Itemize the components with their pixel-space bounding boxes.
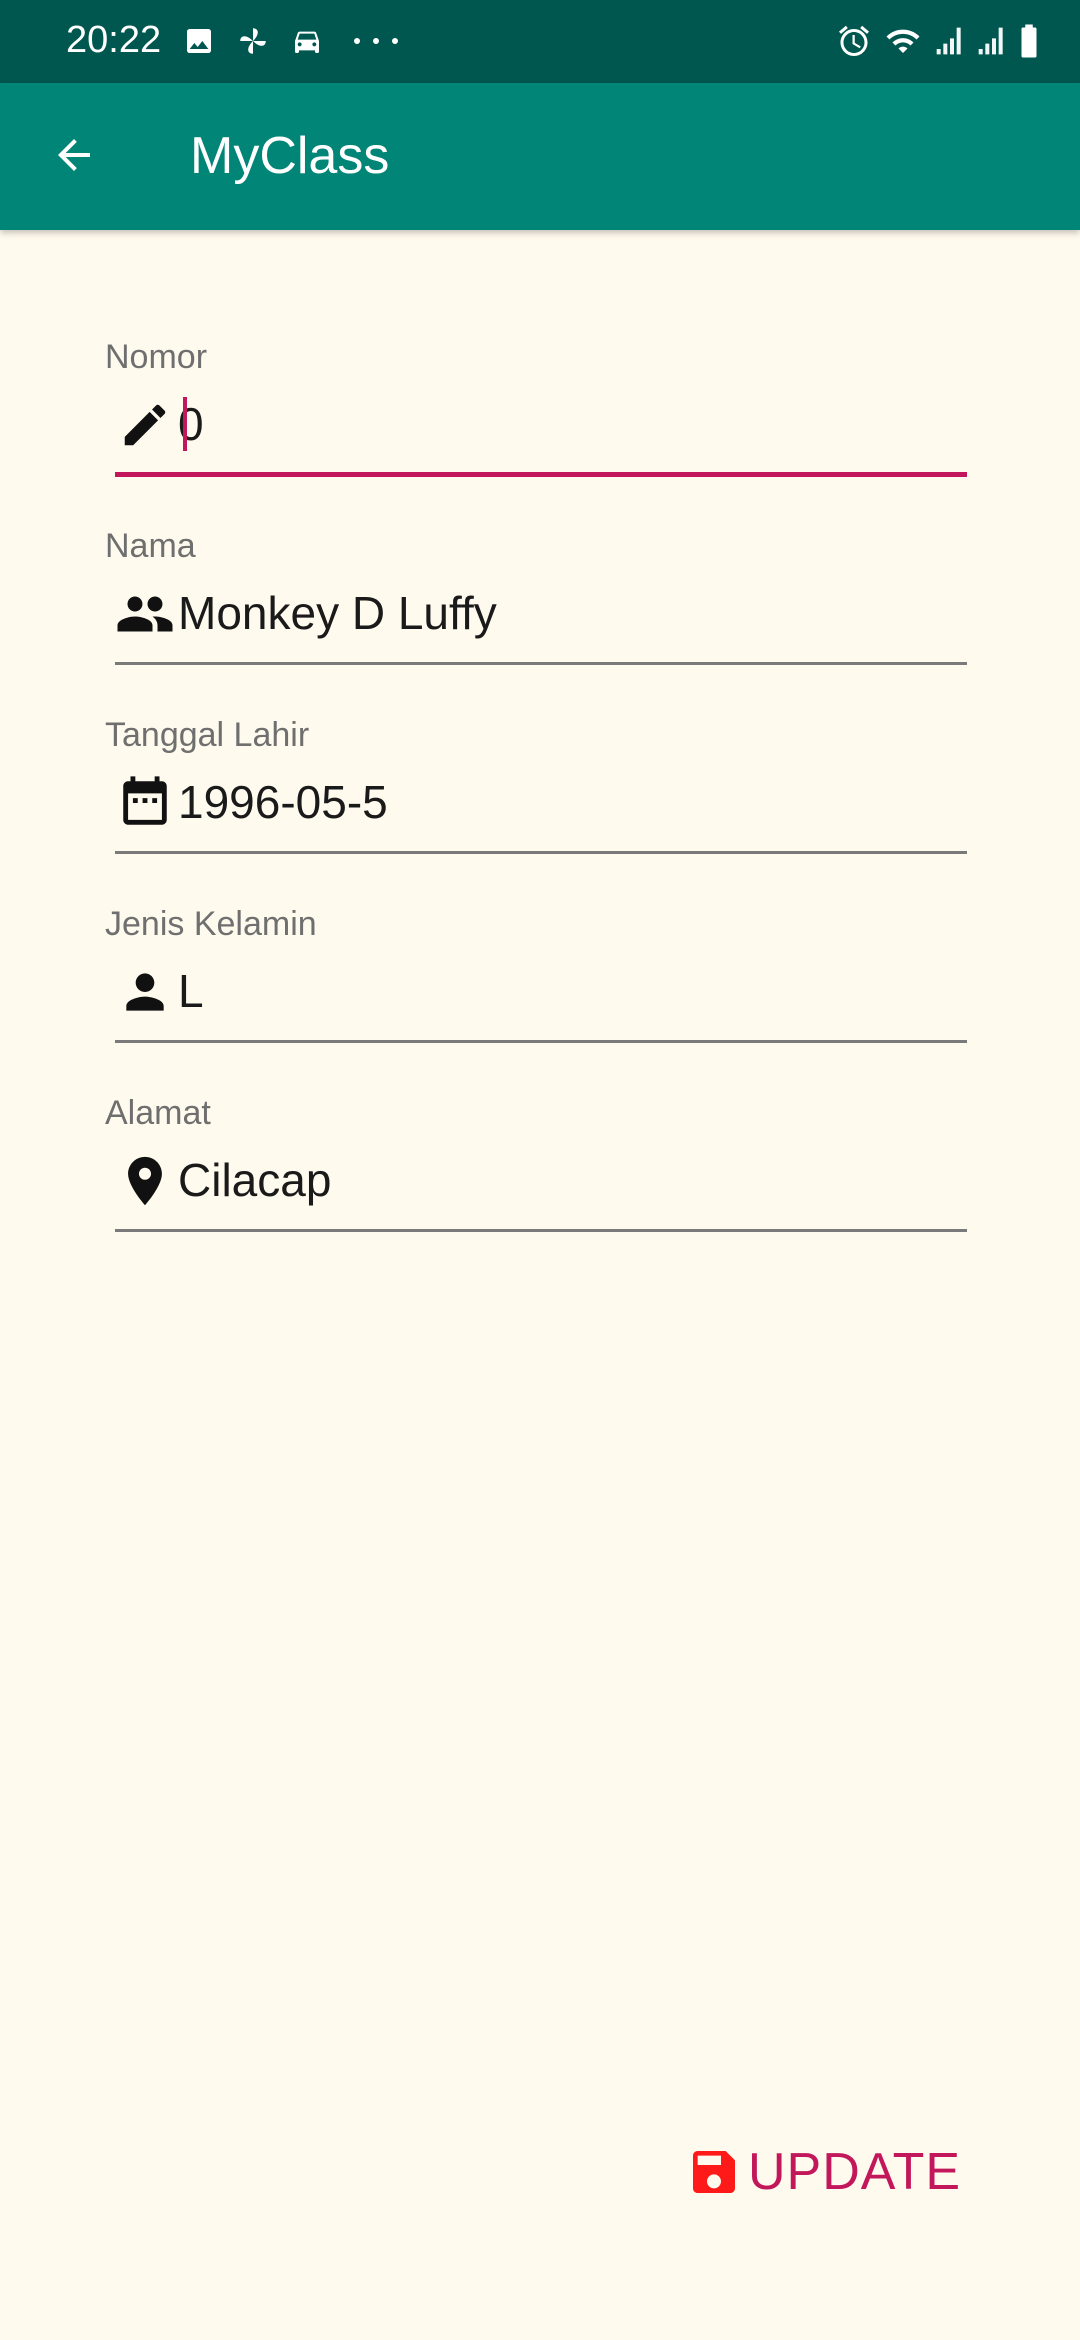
signal-icon [976,21,1008,61]
status-bar: 20:22 [0,0,1080,83]
save-icon [686,2144,742,2200]
signal-icon [934,21,966,61]
pencil-icon [115,395,175,455]
page-title: MyClass [190,127,390,185]
field-row [115,1141,967,1221]
field-label: Jenis Kelamin [105,905,317,943]
field-nama: Nama [105,524,967,684]
field-label: Nama [105,527,196,565]
pinwheel-icon [234,22,272,60]
text-cursor [183,397,187,451]
field-row [115,952,967,1032]
field-underline [115,1229,967,1232]
car-icon [288,22,326,60]
update-button[interactable]: UPDATE [686,2130,966,2214]
image-icon [180,22,218,60]
update-label: UPDATE [748,2143,962,2201]
calendar-icon [115,773,175,833]
nomor-input[interactable] [178,385,958,463]
field-row [115,385,967,465]
status-time: 20:22 [66,19,162,61]
field-nomor: Nomor [105,335,967,495]
wifi-icon [882,21,924,61]
arrow-back-icon [50,131,98,184]
jenis-kelamin-input[interactable] [178,952,958,1030]
status-right-icons [836,18,1040,64]
alarm-icon [836,21,872,61]
person-icon [115,962,175,1022]
alamat-input[interactable] [178,1141,958,1219]
battery-icon [1018,21,1040,61]
people-icon [115,584,175,644]
field-label: Nomor [105,338,208,376]
field-underline [115,1040,967,1043]
field-underline [115,472,967,477]
field-alamat: Alamat [105,1091,967,1251]
location-pin-icon [115,1151,175,1211]
status-left-icons [180,18,398,64]
field-label: Tanggal Lahir [105,716,310,754]
app-toolbar: MyClass [0,83,1080,230]
tanggal-lahir-input[interactable] [178,763,958,841]
back-button[interactable] [36,119,112,195]
field-row [115,574,967,654]
field-underline [115,662,967,665]
field-tanggal-lahir: Tanggal Lahir [105,713,967,873]
more-dots-icon [354,22,398,60]
field-underline [115,851,967,854]
nama-input[interactable] [178,574,958,652]
field-jenis-kelamin: Jenis Kelamin [105,902,967,1062]
field-label: Alamat [105,1094,211,1132]
field-row [115,763,967,843]
